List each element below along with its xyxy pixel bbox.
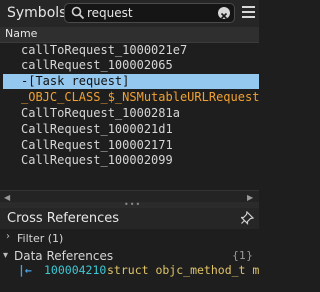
search-field[interactable] <box>64 3 235 23</box>
symbol-label: CallToRequest_1000281a <box>21 106 180 120</box>
symbol-label: callToRequest_1000021e7 <box>21 43 188 57</box>
symbol-label: callRequest_100002065 <box>21 58 173 72</box>
symbol-label: CallRequest_100002171 <box>21 138 173 152</box>
pin-icon[interactable] <box>241 211 254 225</box>
menu-icon[interactable] <box>242 6 255 19</box>
symbol-row[interactable]: _OBJC_CLASS_$_NSMutableURLRequest <box>3 90 259 105</box>
name-column-label: Name <box>5 27 38 40</box>
search-icon <box>71 6 85 20</box>
menu-bar <box>242 6 255 8</box>
reference-address: 100004210 <box>44 263 107 277</box>
chevron-right-icon[interactable]: › <box>6 231 10 242</box>
name-column-header[interactable]: Name <box>0 27 259 43</box>
symbol-row[interactable]: CallToRequest_1000281a <box>3 106 259 121</box>
reference-code: struct objc_method_t m <box>107 263 259 277</box>
symbol-label: _OBJC_CLASS_$_NSMutableURLRequest <box>21 90 260 104</box>
panel-title: Symbols <box>7 5 67 21</box>
clear-search-icon[interactable] <box>218 7 230 20</box>
cross-references-title: Cross References <box>7 211 120 226</box>
symbol-row[interactable]: callToRequest_1000021e7 <box>3 43 259 58</box>
search-input[interactable] <box>87 5 207 21</box>
symbol-label: -[Task request] <box>21 74 130 88</box>
cross-references-header: Cross References <box>0 208 259 229</box>
symbols-toolbar: Symbols <box>0 0 259 27</box>
symbol-row[interactable]: CallRequest_100002171 <box>3 138 259 153</box>
symbol-label: CallRequest_1000021d1 <box>21 122 173 136</box>
symbol-row[interactable]: CallRequest_100002099 <box>3 153 259 168</box>
data-references-label: Data References <box>14 249 114 263</box>
symbol-list: callToRequest_1000021e7 callRequest_1000… <box>0 43 259 189</box>
symbol-row[interactable]: CallRequest_1000021d1 <box>3 122 259 137</box>
filter-label: Filter (1) <box>17 232 64 245</box>
scroll-right-icon[interactable]: ▶ <box>247 193 253 202</box>
menu-bar <box>242 11 255 13</box>
reference-row[interactable]: |← 100004210 struct objc_method_t m <box>0 262 259 280</box>
chevron-down-icon[interactable]: ▾ <box>3 250 8 261</box>
scroll-left-icon[interactable]: ◀ <box>4 193 10 202</box>
filter-row[interactable]: › Filter (1) <box>0 229 259 247</box>
reference-arrow-icon: |← <box>18 263 32 277</box>
symbol-label: CallRequest_100002099 <box>21 153 173 167</box>
symbol-row[interactable]: callRequest_100002065 <box>3 58 259 73</box>
menu-bar <box>242 16 255 18</box>
symbol-row-selected[interactable]: -[Task request] <box>3 74 259 89</box>
data-references-count: {1} <box>232 249 253 262</box>
